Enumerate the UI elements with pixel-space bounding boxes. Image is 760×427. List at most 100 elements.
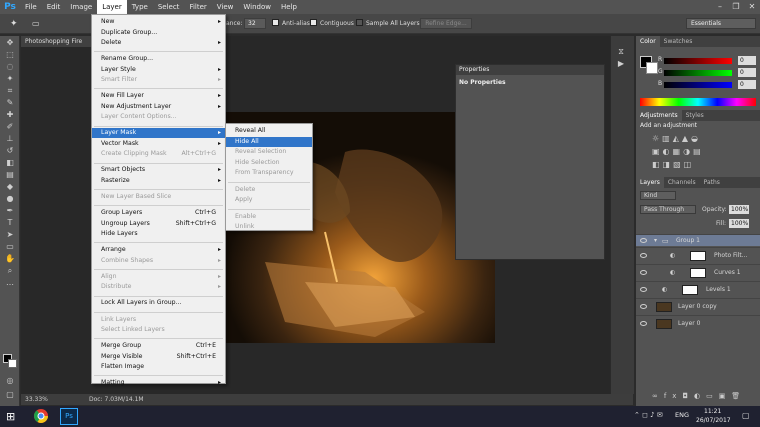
chrome-icon[interactable] — [33, 408, 51, 425]
red-slider[interactable] — [664, 58, 732, 64]
zoom-tool-icon[interactable]: ⌕ — [2, 265, 18, 276]
move-tool-icon[interactable]: ✥ — [2, 37, 18, 48]
shape-tool-icon[interactable]: ▭ — [2, 241, 18, 252]
menu-item-arrange[interactable]: Arrange ▸ — [92, 245, 225, 255]
tab-layers[interactable]: Layers — [636, 177, 664, 188]
menu-item-matting[interactable]: Matting ▸ — [92, 378, 225, 388]
restore-icon[interactable]: ❐ — [728, 0, 744, 14]
menu-view[interactable]: View — [212, 0, 239, 14]
clock-time[interactable]: 11:21 — [704, 408, 721, 415]
quick-mask-icon[interactable]: ◎ — [2, 375, 18, 386]
brush-tool-icon[interactable]: ✐ — [2, 121, 18, 132]
visibility-eye-icon[interactable] — [640, 238, 647, 243]
contiguous-checkbox[interactable] — [310, 19, 317, 26]
layer-row-curves-1[interactable]: ◐ Curves 1 — [636, 264, 760, 280]
lasso-tool-icon[interactable]: ◌ — [2, 61, 18, 72]
menu-edit[interactable]: Edit — [42, 0, 66, 14]
tab-swatches[interactable]: Swatches — [660, 36, 697, 47]
layer-mask-thumbnail[interactable] — [690, 251, 706, 261]
menu-item-create-clipping-mask[interactable]: Create Clipping Mask Alt+Ctrl+G — [92, 149, 225, 159]
photoshop-taskbar-icon[interactable]: Ps — [60, 408, 78, 425]
tab-paths[interactable]: Paths — [700, 177, 724, 188]
layer-row-levels-1[interactable]: ◐ Levels 1 — [636, 281, 760, 297]
history-panel-icon[interactable]: ⧖ — [613, 46, 629, 57]
document-tab[interactable]: Photoshopping Fire — [21, 36, 91, 47]
type-tool-icon[interactable]: T — [2, 217, 18, 228]
red-value[interactable]: 0 — [738, 56, 756, 65]
menu-item-group-layers[interactable]: Group Layers Ctrl+G — [92, 208, 225, 218]
anti-alias-checkbox[interactable] — [272, 19, 279, 26]
eyedropper-tool-icon[interactable]: ✎ — [2, 97, 18, 108]
color-background-swatch[interactable] — [646, 62, 658, 74]
menu-item-enable[interactable]: Enable — [226, 212, 312, 222]
input-language[interactable]: ENG — [675, 411, 689, 419]
screen-mode-icon[interactable]: ▢ — [2, 389, 18, 400]
layer-mask-thumbnail[interactable] — [690, 268, 706, 278]
layer-row-layer-0-copy[interactable]: Layer 0 copy — [636, 298, 760, 314]
menu-item-lock-all-layers-in-group[interactable]: Lock All Layers in Group... — [92, 298, 225, 308]
minimize-icon[interactable]: – — [712, 0, 728, 14]
green-slider[interactable] — [664, 70, 732, 76]
dodge-tool-icon[interactable]: ● — [2, 193, 18, 204]
document-size[interactable]: Doc: 7.03M/14.1M — [89, 394, 144, 405]
menu-item-delete[interactable]: Delete — [226, 185, 312, 195]
menu-item-distribute[interactable]: Distribute ▸ — [92, 282, 225, 292]
clock-date[interactable]: 26/07/2017 — [696, 417, 731, 424]
background-color-swatch[interactable] — [8, 359, 17, 368]
windows-start-icon[interactable]: ⊞ — [6, 410, 19, 423]
path-selection-icon[interactable]: ➤ — [2, 229, 18, 240]
menu-item-new-fill-layer[interactable]: New Fill Layer ▸ — [92, 91, 225, 101]
tab-styles[interactable]: Styles — [682, 110, 708, 121]
workspace-select[interactable]: Essentials — [686, 18, 756, 29]
group-expand-icon[interactable]: ▾ — [654, 235, 657, 247]
menu-item-new[interactable]: New ▸ — [92, 17, 225, 27]
layer-mask-thumbnail[interactable] — [682, 285, 698, 295]
menu-item-new-adjustment-layer[interactable]: New Adjustment Layer ▸ — [92, 102, 225, 112]
actions-panel-icon[interactable]: ▶ — [613, 58, 629, 69]
menu-item-duplicate-group[interactable]: Duplicate Group... — [92, 28, 225, 38]
notifications-icon[interactable]: ▢ — [742, 411, 750, 420]
blur-tool-icon[interactable]: ◆ — [2, 181, 18, 192]
layer-thumbnail[interactable] — [656, 302, 672, 312]
menu-item-smart-objects[interactable]: Smart Objects ▸ — [92, 165, 225, 175]
layer-thumbnail[interactable] — [656, 319, 672, 329]
menu-item-unlink[interactable]: Unlink — [226, 222, 312, 232]
menu-window[interactable]: Window — [238, 0, 276, 14]
menu-item-from-transparency[interactable]: From Transparency — [226, 168, 312, 178]
healing-brush-icon[interactable]: ✚ — [2, 109, 18, 120]
menu-item-smart-filter[interactable]: Smart Filter ▸ — [92, 75, 225, 85]
menu-item-layer-content-options[interactable]: Layer Content Options... — [92, 112, 225, 122]
more-tools-icon[interactable]: … — [2, 277, 18, 288]
menu-image[interactable]: Image — [65, 0, 97, 14]
menu-item-select-linked-layers[interactable]: Select Linked Layers — [92, 325, 225, 335]
gradient-tool-icon[interactable]: ▤ — [2, 169, 18, 180]
visibility-eye-icon[interactable] — [640, 321, 647, 326]
menu-layer[interactable]: Layer — [97, 0, 127, 14]
layer-row-layer-0[interactable]: Layer 0 — [636, 315, 760, 331]
sample-all-layers-checkbox[interactable] — [356, 19, 363, 26]
pen-tool-icon[interactable]: ✒ — [2, 205, 18, 216]
layer-filter-kind[interactable]: Kind — [640, 191, 676, 200]
visibility-eye-icon[interactable] — [640, 253, 647, 258]
menu-file[interactable]: File — [20, 0, 42, 14]
marquee-tool-icon[interactable]: ⬚ — [2, 49, 18, 60]
new-selection-icon[interactable]: ▭ — [32, 18, 46, 30]
zoom-level[interactable]: 33.33% — [25, 394, 48, 405]
visibility-eye-icon[interactable] — [640, 287, 647, 292]
menu-item-hide-all[interactable]: Hide All — [226, 136, 312, 147]
history-brush-icon[interactable]: ↺ — [2, 145, 18, 156]
menu-item-delete[interactable]: Delete ▸ — [92, 38, 225, 48]
tolerance-input[interactable]: 32 — [244, 18, 266, 29]
menu-item-vector-mask[interactable]: Vector Mask ▸ — [92, 139, 225, 149]
blue-slider[interactable] — [664, 82, 732, 88]
magic-wand-icon[interactable]: ✦ — [2, 73, 18, 84]
refine-edge-button[interactable]: Refine Edge... — [420, 18, 472, 29]
menu-item-hide-layers[interactable]: Hide Layers — [92, 229, 225, 239]
menu-item-reveal-selection[interactable]: Reveal Selection — [226, 147, 312, 157]
menu-item-hide-selection[interactable]: Hide Selection — [226, 158, 312, 168]
menu-item-flatten-image[interactable]: Flatten Image — [92, 362, 225, 372]
menu-item-reveal-all[interactable]: Reveal All — [226, 126, 312, 136]
menu-item-link-layers[interactable]: Link Layers — [92, 315, 225, 325]
menu-item-layer-style[interactable]: Layer Style ▸ — [92, 65, 225, 75]
blend-mode-select[interactable]: Pass Through — [640, 205, 696, 214]
